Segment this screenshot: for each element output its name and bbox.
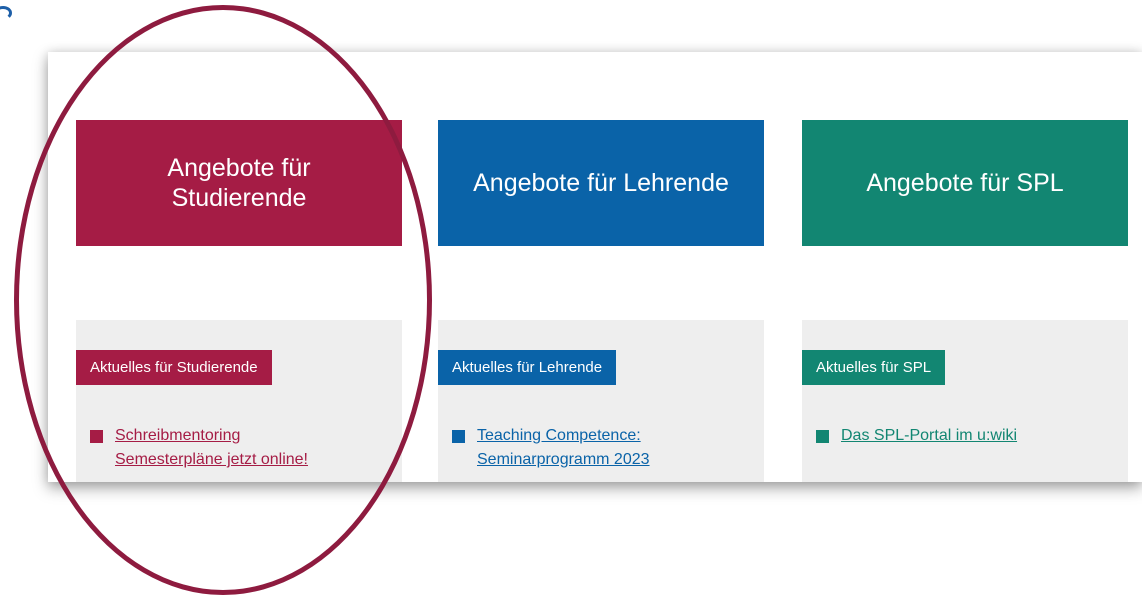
square-bullet-icon: [816, 430, 829, 443]
teachers-news-tag[interactable]: Aktuelles für Lehrende: [438, 350, 617, 385]
teachers-news-link[interactable]: Teaching Competence: Seminarprogramm 202…: [477, 424, 650, 472]
spl-news-box: Aktuelles für SPL Das SPL-Portal im u:wi…: [802, 320, 1128, 482]
square-bullet-icon: [452, 430, 465, 443]
students-offers-tile[interactable]: Angebote für Studierende: [76, 120, 402, 246]
students-offers-tile-label: Angebote für Studierende: [167, 154, 311, 212]
students-news-item: Schreibmentoring Semesterpläne jetzt onl…: [90, 424, 308, 472]
students-news-link[interactable]: Schreibmentoring Semesterpläne jetzt onl…: [115, 424, 308, 472]
teachers-offers-tile[interactable]: Angebote für Lehrende: [438, 120, 764, 246]
square-bullet-icon: [90, 430, 103, 443]
students-news-box: Aktuelles für Studierende Schreibmentori…: [76, 320, 402, 482]
students-news-tag[interactable]: Aktuelles für Studierende: [76, 350, 272, 385]
teachers-offers-tile-label: Angebote für Lehrende: [473, 169, 729, 197]
spl-news-tag[interactable]: Aktuelles für SPL: [802, 350, 946, 385]
spl-news-item: Das SPL-Portal im u:wiki: [816, 424, 1017, 448]
spl-offers-tile-label: Angebote für SPL: [866, 169, 1064, 197]
teachers-news-box: Aktuelles für Lehrende Teaching Competen…: [438, 320, 764, 482]
teachers-news-item: Teaching Competence: Seminarprogramm 202…: [452, 424, 650, 472]
corner-mark: [0, 6, 12, 20]
offers-panel: Angebote für Studierende Aktuelles für S…: [48, 52, 1142, 482]
spl-news-link[interactable]: Das SPL-Portal im u:wiki: [841, 424, 1017, 448]
spl-offers-tile[interactable]: Angebote für SPL: [802, 120, 1128, 246]
